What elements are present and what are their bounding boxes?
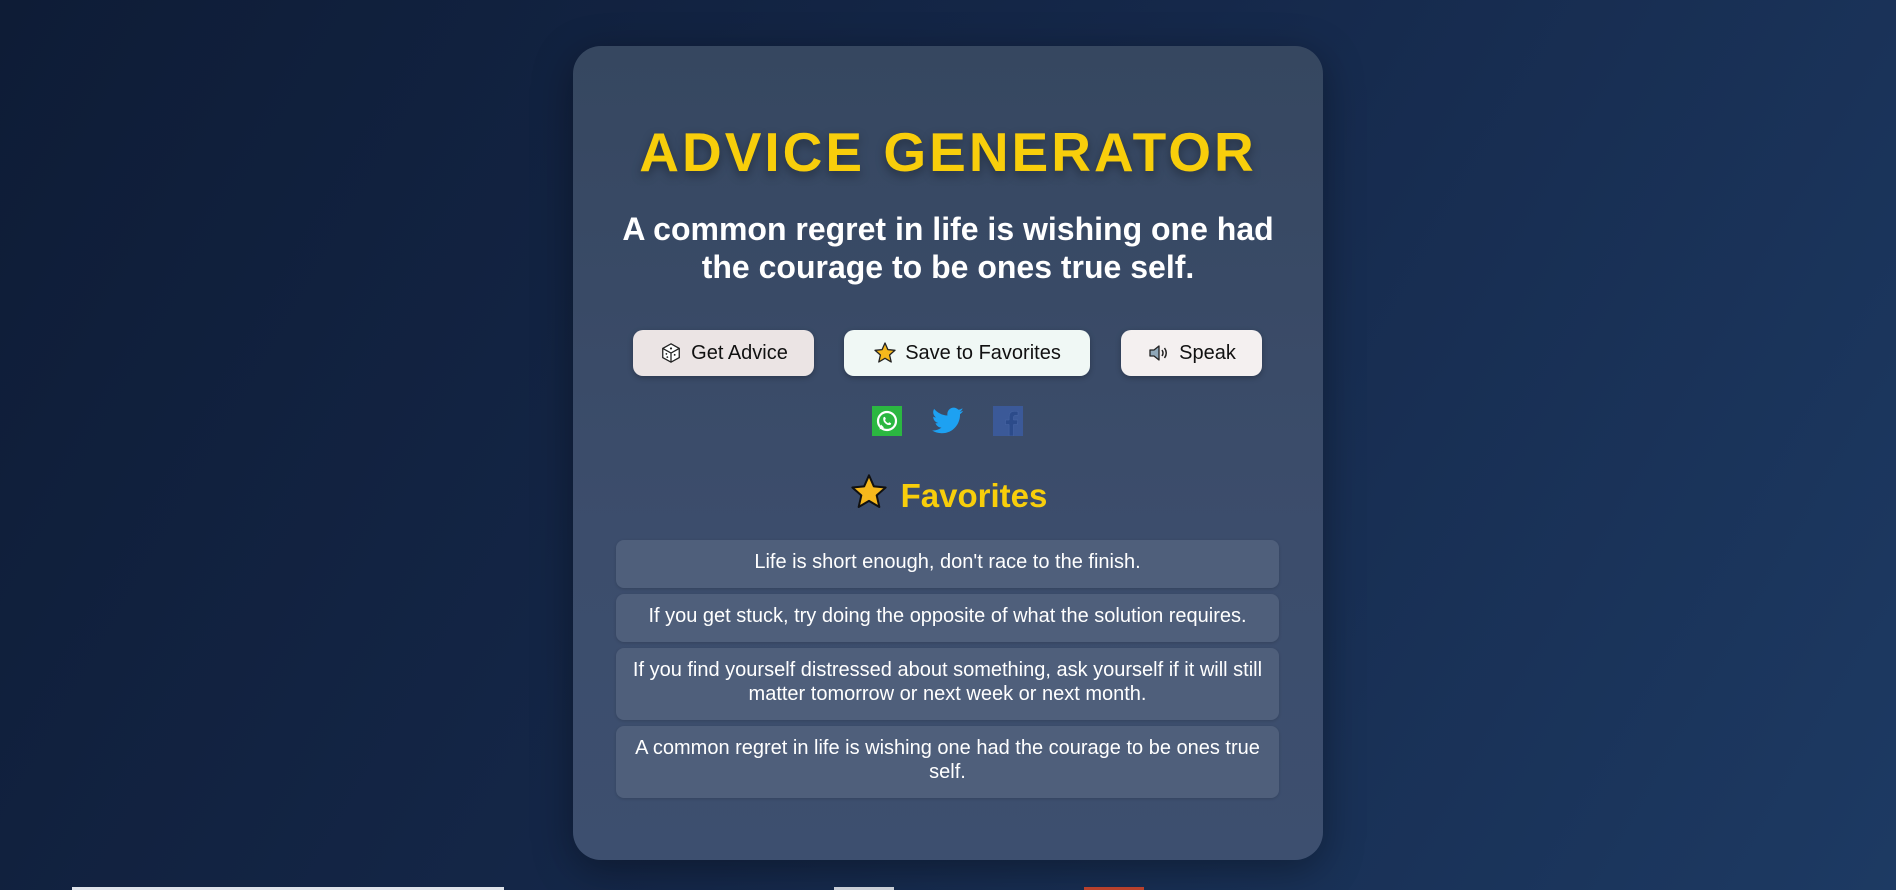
favorite-item: If you find yourself distressed about so… bbox=[616, 648, 1279, 720]
favorite-item: Life is short enough, don't race to the … bbox=[616, 540, 1279, 588]
get-advice-label: Get Advice bbox=[691, 341, 788, 364]
favorites-heading-label: Favorites bbox=[900, 476, 1048, 514]
share-whatsapp-button[interactable] bbox=[871, 405, 903, 437]
speak-label: Speak bbox=[1179, 341, 1236, 364]
star-icon bbox=[873, 341, 897, 365]
save-to-favorites-button[interactable]: Save to Favorites bbox=[844, 330, 1090, 376]
star-icon bbox=[849, 472, 889, 519]
facebook-icon bbox=[993, 406, 1023, 436]
favorite-item: If you get stuck, try doing the opposite… bbox=[616, 594, 1279, 642]
twitter-icon bbox=[932, 407, 964, 434]
favorites-list: Life is short enough, don't race to the … bbox=[616, 540, 1279, 804]
share-facebook-button[interactable] bbox=[992, 405, 1024, 437]
whatsapp-icon bbox=[872, 406, 902, 436]
favorites-heading: Favorites bbox=[573, 472, 1323, 519]
speak-button[interactable]: Speak bbox=[1121, 330, 1262, 376]
advice-card: ADVICE GENERATOR A common regret in life… bbox=[573, 46, 1323, 860]
dice-icon bbox=[659, 341, 683, 365]
share-twitter-button[interactable] bbox=[932, 405, 964, 437]
save-to-favorites-label: Save to Favorites bbox=[905, 341, 1061, 364]
favorite-item: A common regret in life is wishing one h… bbox=[616, 726, 1279, 798]
app-title: ADVICE GENERATOR bbox=[639, 121, 1257, 183]
speaker-icon bbox=[1147, 341, 1171, 365]
get-advice-button[interactable]: Get Advice bbox=[633, 330, 814, 376]
current-advice-text: A common regret in life is wishing one h… bbox=[622, 211, 1274, 285]
